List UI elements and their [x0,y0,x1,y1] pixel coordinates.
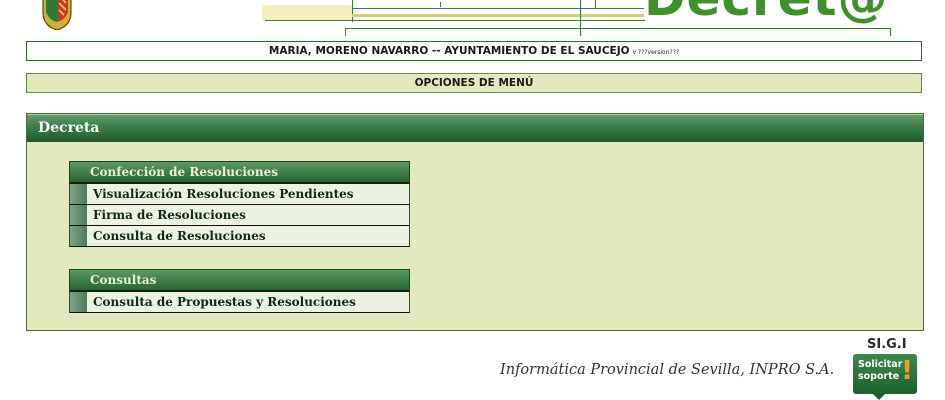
header-decoration-line [345,28,891,29]
menu-item-bullet-icon [70,205,87,225]
menu-item-label: Consulta de Propuestas y Resoluciones [93,295,356,309]
menu-item-firma-resoluciones[interactable]: Firma de Resoluciones [69,205,410,226]
decreta-logo: Decret@ [644,0,889,26]
menu-options-bar: OPCIONES DE MENÚ [26,73,922,93]
menu-item-label: Visualización Resoluciones Pendientes [93,187,354,201]
header-decoration-line [265,20,645,21]
version-label: v ???version??? [632,49,680,56]
request-support-button[interactable]: Solicitar soporte ! [853,354,917,400]
header-decoration-line [352,0,353,22]
menu-item-bullet-icon [70,292,87,312]
group-consultas: Consultas Consulta de Propuestas y Resol… [69,269,410,313]
menu-item-visualizacion-resoluciones-pendientes[interactable]: Visualización Resoluciones Pendientes [69,184,410,205]
header-decoration-line [352,8,644,9]
menu-item-consulta-propuestas-resoluciones[interactable]: Consulta de Propuestas y Resoluciones [69,292,410,313]
user-info-text: MARIA, MORENO NAVARRO -- AYUNTAMIENTO DE… [268,45,630,57]
header-decoration-line [352,14,644,17]
header-decoration-line [580,0,581,36]
header-decoration-line [595,0,596,8]
menu-item-label: Consulta de Resoluciones [93,229,266,243]
panel-title: Decreta [27,114,923,142]
group-confeccion-resoluciones: Confección de Resoluciones Visualización… [69,161,410,247]
menu-item-consulta-resoluciones[interactable]: Consulta de Resoluciones [69,226,410,247]
header-decoration-line [890,28,891,36]
group-title: Consultas [69,269,410,292]
user-info-bar: MARIA, MORENO NAVARRO -- AYUNTAMIENTO DE… [26,41,922,61]
app-header: Decret@ [0,0,945,40]
company-credit: Informática Provincial de Sevilla, INPRO… [500,362,835,378]
menu-item-bullet-icon [70,184,87,204]
exclamation-icon: ! [901,356,913,386]
header-decoration [262,5,352,21]
sigi-label: SI.G.I [867,337,907,352]
speech-bubble-tail [873,394,885,400]
menu-options-label: OPCIONES DE MENÚ [414,77,534,89]
header-decoration-line [345,28,346,36]
group-title: Confección de Resoluciones [69,161,410,184]
menu-item-bullet-icon [70,226,87,246]
municipal-coat-of-arms-icon [42,0,72,30]
support-button-label: Solicitar soporte [858,359,903,382]
decreta-panel: Decreta Confección de Resoluciones Visua… [26,113,924,331]
menu-item-label: Firma de Resoluciones [93,208,246,222]
header-decoration-line [440,2,441,7]
